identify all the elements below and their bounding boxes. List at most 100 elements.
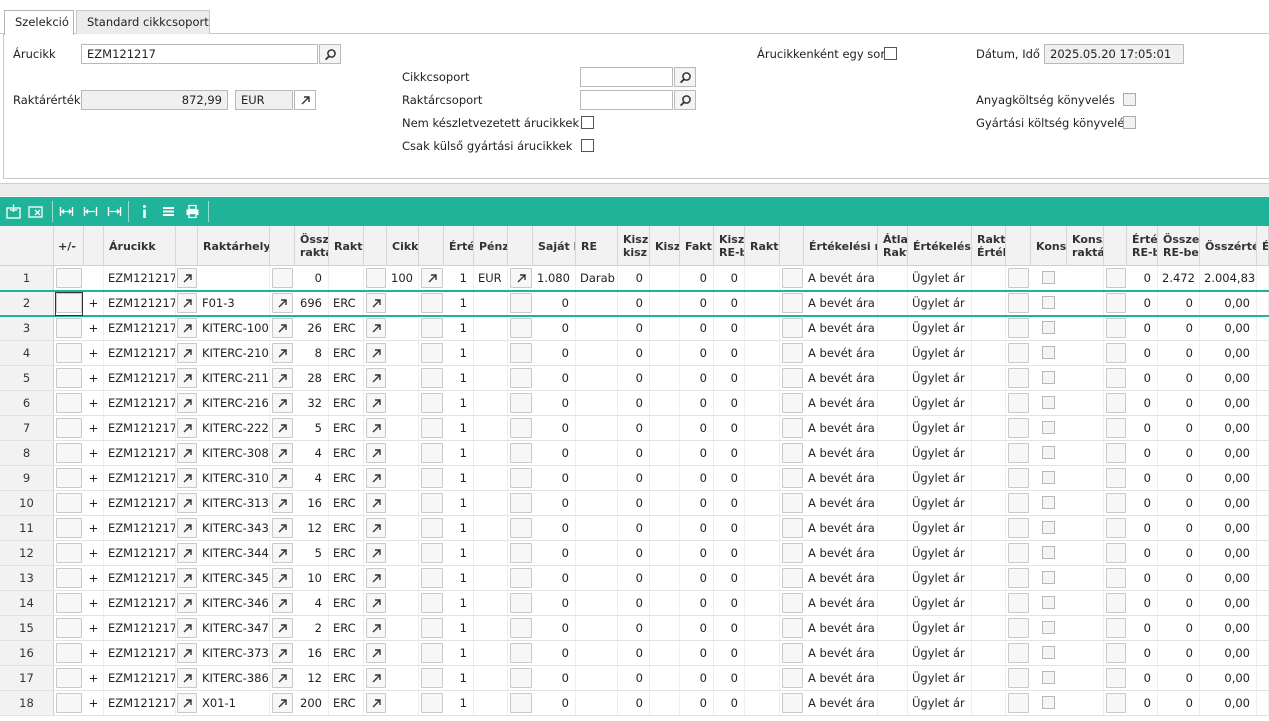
- table-row[interactable]: 10 + EZM121217 KITERC-313 16 ERC 1 0 0 0 0 A bevét …: [0, 491, 1269, 516]
- add-row-icon[interactable]: [5, 203, 22, 220]
- konsz-rakta-button[interactable]: [1106, 468, 1126, 488]
- penz-jump-button[interactable]: [510, 518, 532, 538]
- penz-jump-button[interactable]: [510, 443, 532, 463]
- rakta-jump-button[interactable]: [782, 318, 803, 338]
- row-expand-button[interactable]: [56, 318, 82, 338]
- arucikk-jump-button[interactable]: [177, 368, 197, 388]
- cikkcsoport-search-button[interactable]: [674, 67, 696, 87]
- rakta-jump-button[interactable]: [782, 693, 803, 713]
- konsz-rakta-button[interactable]: [1106, 443, 1126, 463]
- column-header-blank[interactable]: [84, 226, 104, 266]
- table-row[interactable]: 4 + EZM121217 KITERC-210 8 ERC 1 0 0 0 0 A bevét ár…: [0, 341, 1269, 366]
- penz-jump-button[interactable]: [510, 593, 532, 613]
- column-header-ertekelesi[interactable]: Értékelési: [908, 226, 972, 266]
- raktarhely-jump-button[interactable]: [272, 318, 293, 338]
- info-icon[interactable]: [136, 203, 153, 220]
- cikk-jump-button[interactable]: [421, 268, 443, 288]
- cikk-jump-button[interactable]: [421, 318, 443, 338]
- column-header-kisz-kisz[interactable]: Kisz kisz: [618, 226, 650, 266]
- konsz-rakta-button[interactable]: [1106, 343, 1126, 363]
- raktar-jump-button[interactable]: [366, 668, 386, 688]
- table-row[interactable]: 18 + EZM121217 X01-1 200 ERC 1 0 0 0 0 A bevét ára Ü…: [0, 691, 1269, 716]
- expand-columns-icon[interactable]: [82, 203, 99, 220]
- delete-row-icon[interactable]: [27, 203, 44, 220]
- cikk-jump-button[interactable]: [421, 643, 443, 663]
- column-header-ertekelesi-m[interactable]: Értékelési m: [804, 226, 878, 266]
- konsz-checkbox[interactable]: [1042, 421, 1055, 434]
- arucikk-jump-button[interactable]: [177, 643, 197, 663]
- column-header-penz[interactable]: Pénz: [474, 226, 508, 266]
- column-header-osszerte[interactable]: Összérté: [1200, 226, 1257, 266]
- raktar-jump-button[interactable]: [366, 493, 386, 513]
- rakta-jump-button[interactable]: [782, 443, 803, 463]
- cikk-jump-button[interactable]: [421, 493, 443, 513]
- rakta-ertek-button[interactable]: [1008, 593, 1029, 613]
- konsz-checkbox[interactable]: [1042, 371, 1055, 384]
- column-header-cikk[interactable]: Cikk: [387, 226, 419, 266]
- raktar-jump-button[interactable]: [366, 568, 386, 588]
- column-header-kisz[interactable]: Kisz: [650, 226, 680, 266]
- rakta-ertek-button[interactable]: [1008, 643, 1029, 663]
- tab-standard-cikkcsoport[interactable]: Standard cikkcsoport: [76, 10, 210, 34]
- arucikk-search-button[interactable]: [319, 44, 341, 64]
- konsz-checkbox[interactable]: [1042, 621, 1055, 634]
- rakta-ertek-button[interactable]: [1008, 693, 1029, 713]
- raktar-jump-button[interactable]: [366, 343, 386, 363]
- konsz-rakta-button[interactable]: [1106, 593, 1126, 613]
- raktarhely-jump-button[interactable]: [272, 693, 293, 713]
- expand-toggle[interactable]: +: [84, 516, 104, 540]
- column-header-blank[interactable]: [419, 226, 444, 266]
- konsz-rakta-button[interactable]: [1106, 543, 1126, 563]
- raktar-jump-button[interactable]: [366, 643, 386, 663]
- cikk-jump-button[interactable]: [421, 668, 443, 688]
- penz-jump-button[interactable]: [510, 668, 532, 688]
- rakta-ertek-button[interactable]: [1008, 543, 1029, 563]
- column-header-sajat-re[interactable]: Saját k RE-be: [533, 226, 576, 266]
- csak-kulso-checkbox[interactable]: [581, 139, 594, 152]
- konsz-rakta-button[interactable]: [1106, 268, 1126, 288]
- tab-szelekcio[interactable]: Szelekció: [4, 10, 74, 35]
- anyagkoltseg-checkbox[interactable]: [1123, 93, 1136, 106]
- raktarcsoport-search-button[interactable]: [674, 90, 696, 110]
- raktarhely-jump-button[interactable]: [272, 493, 293, 513]
- rakta-jump-button[interactable]: [782, 368, 803, 388]
- cikk-jump-button[interactable]: [421, 368, 443, 388]
- raktarhely-jump-button[interactable]: [272, 368, 293, 388]
- arucikk-jump-button[interactable]: [177, 543, 197, 563]
- nem-keszlet-checkbox[interactable]: [581, 116, 594, 129]
- arucikk-jump-button[interactable]: [177, 618, 197, 638]
- konsz-checkbox[interactable]: [1042, 471, 1055, 484]
- raktarhely-jump-button[interactable]: [272, 268, 293, 288]
- rakta-jump-button[interactable]: [782, 343, 803, 363]
- row-expand-button[interactable]: [56, 668, 82, 688]
- raktarhely-jump-button[interactable]: [272, 618, 293, 638]
- expand-toggle[interactable]: +: [84, 566, 104, 590]
- konsz-checkbox[interactable]: [1042, 496, 1055, 509]
- table-row[interactable]: 13 + EZM121217 KITERC-345 10 ERC 1 0 0 0 0 A bevét …: [0, 566, 1269, 591]
- cikk-jump-button[interactable]: [421, 518, 443, 538]
- arucikk-jump-button[interactable]: [177, 593, 197, 613]
- rakta-jump-button[interactable]: [782, 618, 803, 638]
- row-expand-button[interactable]: [56, 493, 82, 513]
- summary-row[interactable]: 1 EZM121217 0 100 1 EUR 1.080 Darab 0 0 0 A bevét á…: [0, 266, 1269, 291]
- konsz-checkbox[interactable]: [1042, 646, 1055, 659]
- expand-toggle[interactable]: +: [84, 641, 104, 665]
- currency-jump-button[interactable]: [294, 90, 316, 110]
- gyartasi-checkbox[interactable]: [1123, 116, 1136, 129]
- column-header-rakta-ertek[interactable]: RaktaÉrték: [972, 226, 1006, 266]
- konsz-checkbox[interactable]: [1042, 546, 1055, 559]
- column-header-osszeg-re[interactable]: ÖsszegRE-be: [1158, 226, 1200, 266]
- konsz-rakta-button[interactable]: [1106, 693, 1126, 713]
- penz-jump-button[interactable]: [510, 318, 532, 338]
- cikk-jump-button[interactable]: [421, 393, 443, 413]
- expand-toggle[interactable]: +: [84, 366, 104, 390]
- konsz-checkbox[interactable]: [1042, 596, 1055, 609]
- konsz-checkbox[interactable]: [1042, 521, 1055, 534]
- raktar-jump-button[interactable]: [366, 268, 386, 288]
- konsz-rakta-button[interactable]: [1106, 493, 1126, 513]
- rakta-jump-button[interactable]: [782, 468, 803, 488]
- raktar-jump-button[interactable]: [366, 543, 386, 563]
- collapse-columns-icon[interactable]: [106, 203, 123, 220]
- arucikk-jump-button[interactable]: [177, 693, 197, 713]
- rakta-ertek-button[interactable]: [1008, 518, 1029, 538]
